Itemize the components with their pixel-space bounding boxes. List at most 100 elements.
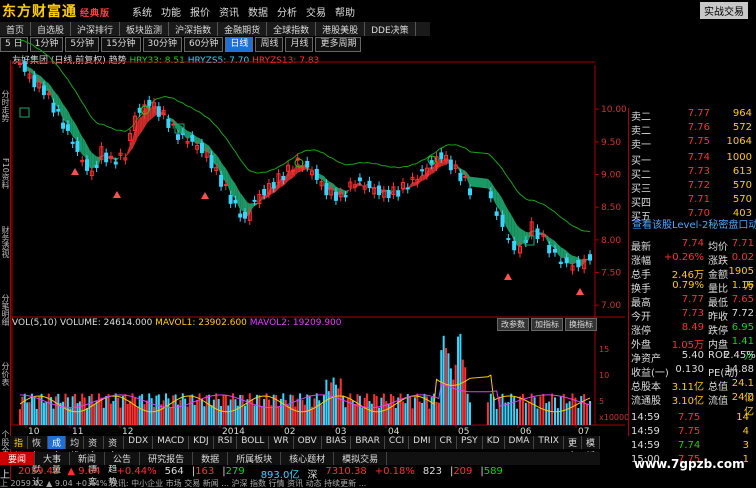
news-tab-0[interactable]: 要闻 xyxy=(0,452,35,465)
indicator-tab-14[interactable]: BRAR xyxy=(351,436,384,449)
period-15min-button[interactable]: 15分钟 xyxy=(101,37,140,52)
quick-trade-button[interactable]: 实战交易 xyxy=(700,2,748,19)
indicator-tab-16[interactable]: DMI xyxy=(409,436,435,449)
indicator-tab-22[interactable]: 更多 xyxy=(564,436,582,449)
news-ticker[interactable]: 上 2059.42 ▲ 9.04 +0.44% 快讯: 中小企业 市场 交易 新… xyxy=(0,478,756,487)
indicator-tab-13[interactable]: BIAS xyxy=(322,436,352,449)
indicator-tab-18[interactable]: PSY xyxy=(457,436,483,449)
sidebar-item-3[interactable]: 分笔明细 xyxy=(0,294,11,326)
news-tab-5[interactable]: 数据 xyxy=(193,452,228,465)
swap-indicator-button[interactable]: 换指标 xyxy=(565,318,597,331)
indicator-tab-5[interactable]: 资金趋势 xyxy=(104,436,124,449)
tab-index[interactable]: 沪深指数 xyxy=(169,22,218,36)
sidebar-item-1[interactable]: F10资料 xyxy=(0,158,11,189)
news-tab-7[interactable]: 核心题材 xyxy=(281,452,334,465)
tab-home[interactable]: 首页 xyxy=(0,22,31,36)
period-60min-button[interactable]: 60分钟 xyxy=(184,37,223,52)
menu-function[interactable]: 功能 xyxy=(161,4,181,19)
volume-bar xyxy=(218,399,220,425)
news-tab-6[interactable]: 所属板块 xyxy=(228,452,281,465)
tab-sector[interactable]: 板块监测 xyxy=(120,22,169,36)
indicator-tab-17[interactable]: CR xyxy=(436,436,458,449)
sidebar-item-4[interactable]: 分价表 xyxy=(0,362,11,386)
candle-body xyxy=(210,156,213,168)
indicator-tab-1[interactable]: 恢复默认 xyxy=(28,436,48,449)
menu-help[interactable]: 帮助 xyxy=(335,4,355,19)
indicator-tab-15[interactable]: CCI xyxy=(385,436,409,449)
ribbon-segment xyxy=(166,114,168,119)
volume-bar xyxy=(301,400,303,425)
menu-data[interactable]: 数据 xyxy=(248,4,268,19)
indicator-tab-11[interactable]: WR xyxy=(269,436,293,449)
candle-body xyxy=(401,183,404,189)
news-tab-4[interactable]: 研究报告 xyxy=(140,452,193,465)
menu-news[interactable]: 资讯 xyxy=(219,4,239,19)
candle-body xyxy=(38,82,41,88)
news-tab-2[interactable]: 新闻 xyxy=(70,452,105,465)
candle-body xyxy=(71,142,74,143)
indicator-tab-6[interactable]: DDX xyxy=(124,436,153,449)
change-param-button[interactable]: 改参数 xyxy=(497,318,529,331)
indicator-tab-10[interactable]: BOLL xyxy=(237,436,269,449)
indicator-tab-20[interactable]: DMA xyxy=(505,436,535,449)
tab-dde[interactable]: DDE决策 xyxy=(365,22,416,36)
indicator-tab-19[interactable]: KD xyxy=(483,436,505,449)
period-toolbar: 5 日 1分钟 5分钟 15分钟 30分钟 60分钟 日线 周线 月线 更多周期 xyxy=(0,37,620,52)
candle-body xyxy=(349,182,352,187)
indicator-tab-7[interactable]: MACD xyxy=(153,436,189,449)
day-range-select[interactable]: 5 日 xyxy=(0,37,28,52)
add-indicator-button[interactable]: 加指标 xyxy=(531,318,563,331)
news-tab-3[interactable]: 公告 xyxy=(105,452,140,465)
indicator-tab-12[interactable]: OBV xyxy=(294,436,322,449)
volume-bar xyxy=(557,408,559,425)
sidebar-item-2[interactable]: 财务透视 xyxy=(0,226,11,258)
period-month-button[interactable]: 月线 xyxy=(285,37,313,52)
period-day-button[interactable]: 日线 xyxy=(225,37,253,52)
menu-system[interactable]: 系统 xyxy=(132,4,152,19)
volume-bar xyxy=(395,408,397,425)
indicator-tab-2[interactable]: 成交量 xyxy=(48,436,66,449)
menu-trade[interactable]: 交易 xyxy=(306,4,326,19)
ribbon-segment xyxy=(137,118,139,139)
volume-bar xyxy=(328,391,330,425)
tab-hk-us[interactable]: 港股美股 xyxy=(316,22,365,36)
indicator-tab-0[interactable]: 指标 xyxy=(10,436,28,449)
quote-value2: 1.16 xyxy=(724,280,754,291)
sidebar-item-0[interactable]: 分时走势 xyxy=(0,90,11,122)
indicator-tab-3[interactable]: 均线 xyxy=(66,436,84,449)
news-tab-8[interactable]: 模拟交易 xyxy=(334,452,387,465)
tab-ranking[interactable]: 沪深排行 xyxy=(71,22,120,36)
indicator-tab-23[interactable]: 模板 xyxy=(582,436,600,449)
indicator-tab-21[interactable]: TRIX xyxy=(534,436,564,449)
period-1min-button[interactable]: 1分钟 xyxy=(30,37,64,52)
indicator-tab-9[interactable]: RSI xyxy=(214,436,238,449)
period-5min-button[interactable]: 5分钟 xyxy=(65,37,99,52)
candle-body xyxy=(62,123,65,128)
volume-bar xyxy=(84,397,86,425)
volume-tick-label: 5 xyxy=(599,397,604,406)
tab-watchlist[interactable]: 自选股 xyxy=(31,22,71,36)
news-tab-1[interactable]: 大事 xyxy=(35,452,70,465)
volume-bar xyxy=(542,394,544,425)
sh-vol: 564|163|279 xyxy=(165,466,253,478)
ribbon-segment xyxy=(377,187,379,190)
candle-body xyxy=(435,157,438,167)
volume-bar xyxy=(21,397,23,425)
tab-futures[interactable]: 金融期货 xyxy=(218,22,267,36)
tab-global[interactable]: 全球指数 xyxy=(267,22,316,36)
ask-row: 卖一7.751064 xyxy=(628,136,754,150)
quote-row: 最新7.74均价7.71 xyxy=(628,238,754,252)
volume-bar xyxy=(499,397,501,425)
volume-bar xyxy=(311,407,313,425)
period-30min-button[interactable]: 30分钟 xyxy=(143,37,182,52)
period-week-button[interactable]: 周线 xyxy=(255,37,283,52)
ribbon-segment xyxy=(460,168,462,174)
menu-analysis[interactable]: 分析 xyxy=(277,4,297,19)
ribbon-segment xyxy=(341,189,343,195)
volume-bar xyxy=(534,397,536,425)
indicator-tab-4[interactable]: 资金博弈 xyxy=(84,436,104,449)
indicator-tab-8[interactable]: KDJ xyxy=(189,436,214,449)
level2-link[interactable]: 查看该股Level-2秘密盘口动向 xyxy=(632,216,756,231)
period-more-button[interactable]: 更多周期 xyxy=(315,37,361,52)
menu-quote[interactable]: 报价 xyxy=(190,4,210,19)
